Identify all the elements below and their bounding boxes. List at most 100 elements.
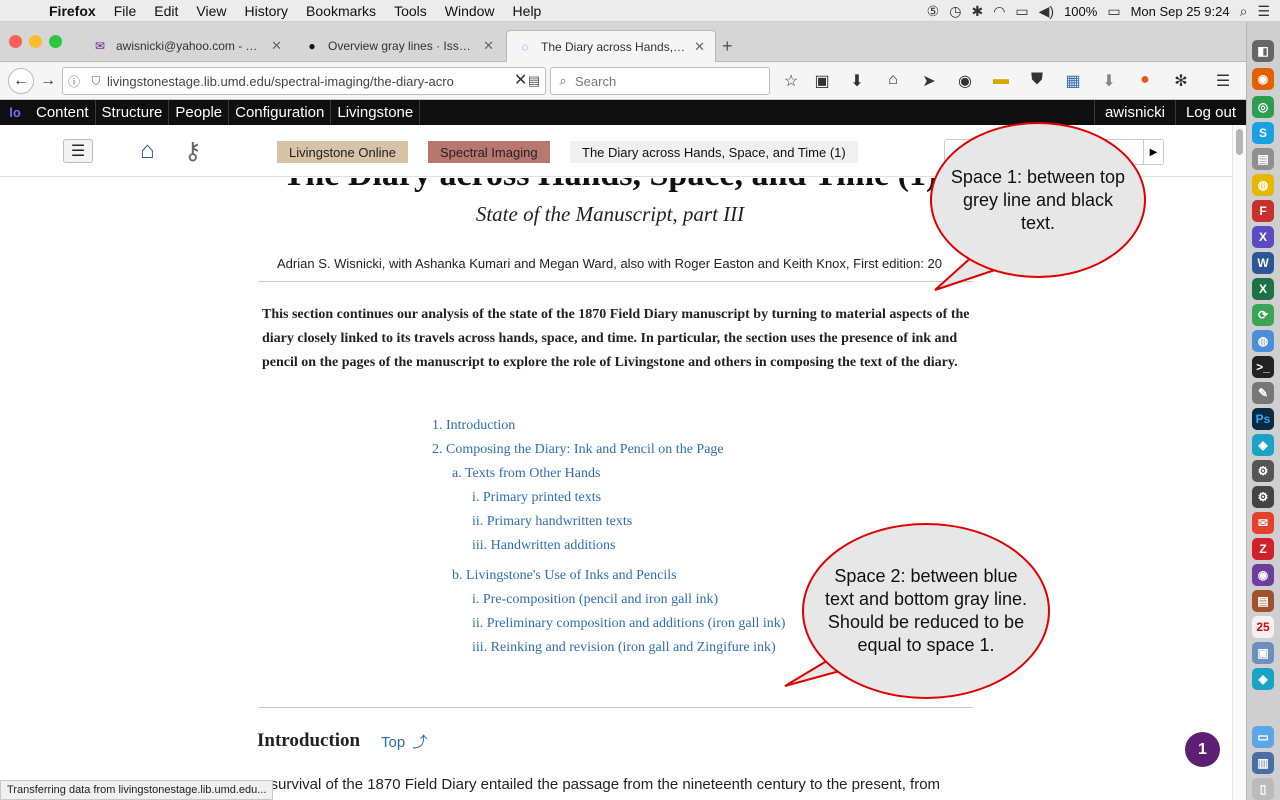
home-button-icon[interactable]: ⌂ <box>882 71 904 89</box>
menu-hamburger-icon[interactable]: ☰ <box>1212 71 1234 91</box>
window-minimize-button[interactable] <box>29 35 42 48</box>
firefox-icon[interactable]: ◉ <box>1252 68 1274 90</box>
menu-app-firefox[interactable]: Firefox <box>40 3 105 19</box>
menu-view[interactable]: View <box>187 3 235 19</box>
scrollbar-thumb[interactable] <box>1236 129 1243 155</box>
extension-puzzle-icon[interactable]: ✻ <box>1170 71 1192 91</box>
page-scrollbar[interactable] <box>1232 125 1246 800</box>
admin-structure[interactable]: Structure <box>96 100 170 125</box>
app-red-icon[interactable]: ✉ <box>1252 512 1274 534</box>
toc-link[interactable]: ii. Primary handwritten texts <box>472 514 632 530</box>
pocket-icon[interactable]: ⛊ <box>1026 71 1048 89</box>
logout-link[interactable]: Log out <box>1174 100 1246 125</box>
menu-bookmarks[interactable]: Bookmarks <box>297 3 385 19</box>
menu-tools[interactable]: Tools <box>385 3 436 19</box>
close-icon[interactable]: ✕ <box>483 38 494 54</box>
menu-file[interactable]: File <box>105 3 146 19</box>
clock[interactable]: Mon Sep 25 9:24 <box>1131 4 1230 19</box>
new-tab-button[interactable]: + <box>722 36 733 57</box>
extension-yellow-icon[interactable]: ▬ <box>990 71 1012 89</box>
menu-history[interactable]: History <box>235 3 297 19</box>
toc-link[interactable]: a. Texts from Other Hands <box>452 466 600 482</box>
admin-content[interactable]: Content <box>30 100 96 125</box>
download-arrow-icon[interactable]: ⬇ <box>1098 71 1120 91</box>
breadcrumb-livingstone-online[interactable]: Livingstone Online <box>277 141 408 163</box>
key-icon[interactable]: ⚷ <box>184 137 202 166</box>
window-close-button[interactable] <box>9 35 22 48</box>
menu-window[interactable]: Window <box>436 3 504 19</box>
app-brown-icon[interactable]: ▤ <box>1252 590 1274 612</box>
tab-github-issue[interactable]: ● Overview gray lines · Issue #2 ✕ <box>294 30 504 62</box>
top-link[interactable]: Top ⤴ <box>381 731 427 752</box>
skype-status-icon[interactable]: ⑤ <box>927 3 940 20</box>
app-globe-icon[interactable]: ◍ <box>1252 330 1274 352</box>
toc-link[interactable]: i. Primary printed texts <box>472 490 601 506</box>
home-icon[interactable]: ⌂ <box>140 137 155 165</box>
github-desktop-icon[interactable]: ◉ <box>1252 564 1274 586</box>
admin-username[interactable]: awisnicki <box>1093 100 1175 125</box>
search-bar[interactable]: ⌕ Search <box>550 67 770 95</box>
chrome-icon[interactable]: ◎ <box>1252 96 1274 118</box>
back-button[interactable]: ← <box>8 68 34 94</box>
notification-center-icon[interactable]: ☰ <box>1257 3 1270 20</box>
stop-loading-button[interactable]: ✕ <box>514 70 527 90</box>
site-info-icon[interactable]: ⓘ <box>63 73 85 90</box>
url-bar[interactable]: ⓘ ⛉ livingstonestage.lib.umd.edu/spectra… <box>62 67 546 95</box>
close-icon[interactable]: ✕ <box>271 38 282 54</box>
wifi-icon[interactable]: ◠ <box>993 3 1005 20</box>
admin-configuration[interactable]: Configuration <box>229 100 332 125</box>
bluetooth-icon[interactable]: ✱ <box>971 3 983 20</box>
system-preferences-icon[interactable]: ⚙ <box>1252 486 1274 508</box>
menu-help[interactable]: Help <box>504 3 551 19</box>
calendar-icon[interactable]: 25 <box>1252 616 1274 638</box>
terminal-icon[interactable]: >_ <box>1252 356 1274 378</box>
app-tool-icon[interactable]: ✎ <box>1252 382 1274 404</box>
tab-diary-article[interactable]: ◌ The Diary across Hands, Space ✕ <box>506 30 716 62</box>
notification-badge[interactable]: 1 <box>1185 732 1220 767</box>
toc-link[interactable]: iii. Handwritten additions <box>472 538 615 554</box>
app-diamond-icon[interactable]: ◈ <box>1252 434 1274 456</box>
airplay-icon[interactable]: ▭ <box>1015 3 1028 20</box>
admin-livingstone[interactable]: Livingstone <box>331 100 421 125</box>
photoshop-icon[interactable]: Ps <box>1252 408 1274 430</box>
toc-link[interactable]: 1. Introduction <box>432 418 515 434</box>
bookmark-star-icon[interactable]: ☆ <box>780 71 802 91</box>
menu-edit[interactable]: Edit <box>145 3 187 19</box>
time-machine-icon[interactable]: ◷ <box>949 3 961 20</box>
duckduckgo-icon[interactable]: ● <box>1134 71 1156 89</box>
breadcrumb-spectral-imaging[interactable]: Spectral Imaging <box>428 141 550 163</box>
downloads-stack-icon[interactable]: ▥ <box>1252 752 1274 774</box>
toc-link[interactable]: iii. Reinking and revision (iron gall an… <box>472 640 776 656</box>
reading-list-icon[interactable]: ▣ <box>811 71 833 91</box>
app-diamond-2-icon[interactable]: ◈ <box>1252 668 1274 690</box>
site-menu-button[interactable]: ☰ <box>63 139 93 163</box>
drupal-logo-icon[interactable]: lo <box>0 105 30 120</box>
tab-yahoo-mail[interactable]: ✉ awisnicki@yahoo.com - Yahoo ✕ <box>82 30 292 62</box>
send-icon[interactable]: ➤ <box>918 71 940 91</box>
close-icon[interactable]: ✕ <box>694 39 705 55</box>
skype-icon[interactable]: S <box>1252 122 1274 144</box>
zotero-icon[interactable]: Z <box>1252 538 1274 560</box>
window-zoom-button[interactable] <box>49 35 62 48</box>
trash-icon[interactable]: ▯ <box>1252 778 1274 800</box>
filezilla-icon[interactable]: F <box>1252 200 1274 222</box>
admin-people[interactable]: People <box>169 100 230 125</box>
forward-button[interactable]: → <box>38 69 58 93</box>
app-purple-x-icon[interactable]: X <box>1252 226 1274 248</box>
downloads-icon[interactable]: ⬇ <box>846 71 868 91</box>
app-gray-icon[interactable]: ⚙ <box>1252 460 1274 482</box>
extension-badge-icon[interactable]: ▦ <box>1062 71 1084 91</box>
url-text[interactable]: livingstonestage.lib.umd.edu/spectral-im… <box>107 74 523 89</box>
spotlight-icon[interactable]: ⌕ <box>1240 3 1248 20</box>
preview-icon[interactable]: ▣ <box>1252 642 1274 664</box>
finder-icon[interactable]: ◧ <box>1252 40 1274 62</box>
toc-link[interactable]: b. Livingstone's Use of Inks and Pencils <box>452 568 677 584</box>
extension-circle-icon[interactable]: ◉ <box>954 71 976 91</box>
excel-icon[interactable]: X <box>1252 278 1274 300</box>
tracking-shield-icon[interactable]: ⛉ <box>85 74 107 89</box>
toc-link[interactable]: i. Pre-composition (pencil and iron gall… <box>472 592 718 608</box>
word-icon[interactable]: W <box>1252 252 1274 274</box>
app-yellow-icon[interactable]: ◍ <box>1252 174 1274 196</box>
volume-icon[interactable]: ◀) <box>1039 3 1054 20</box>
sync-icon[interactable]: ⟳ <box>1252 304 1274 326</box>
